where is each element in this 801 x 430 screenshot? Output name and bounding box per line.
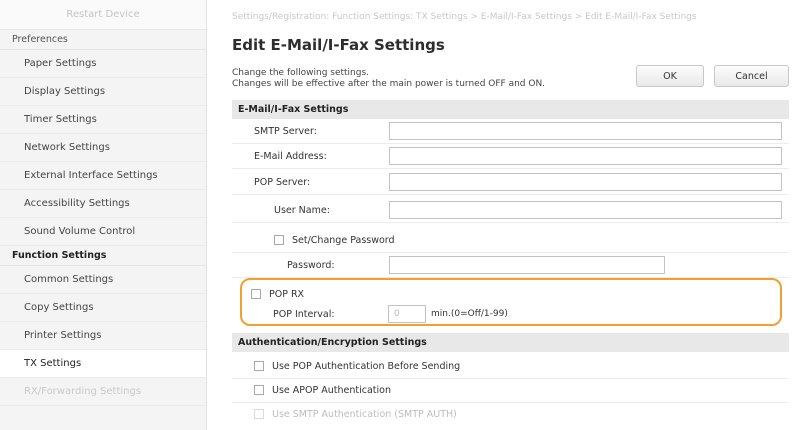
- sidebar-item-timer-settings[interactable]: Timer Settings: [0, 106, 206, 134]
- restart-device-button[interactable]: Restart Device: [0, 0, 206, 30]
- password-input[interactable]: [389, 256, 665, 274]
- sidebar-item-rx-forwarding-settings[interactable]: RX/Forwarding Settings: [0, 378, 206, 406]
- user-name-label: User Name:: [274, 204, 330, 216]
- smtp-server-row: SMTP Server:: [232, 119, 789, 144]
- sidebar-item-external-interface-settings[interactable]: External Interface Settings: [0, 162, 206, 190]
- apop-auth-control[interactable]: Use APOP Authentication: [254, 378, 391, 402]
- sidebar: Restart Device Preferences Paper Setting…: [0, 0, 207, 430]
- email-address-row: E-Mail Address:: [232, 144, 789, 169]
- sidebar-item-display-settings[interactable]: Display Settings: [0, 78, 206, 106]
- cancel-button[interactable]: Cancel: [714, 65, 789, 87]
- password-row: Password:: [232, 253, 789, 278]
- smtp-auth-control[interactable]: Use SMTP Authentication (SMTP AUTH): [254, 402, 457, 426]
- smtp-server-label: SMTP Server:: [254, 125, 317, 137]
- auth-option-row-2: Use APOP Authentication: [232, 378, 789, 403]
- pop-auth-before-sending-checkbox[interactable]: [254, 361, 264, 371]
- apop-auth-checkbox[interactable]: [254, 385, 264, 395]
- set-password-checkbox[interactable]: [274, 235, 284, 245]
- auth-option-row-1: Use POP Authentication Before Sending: [232, 354, 789, 379]
- sidebar-item-copy-settings[interactable]: Copy Settings: [0, 294, 206, 322]
- pop-server-label: POP Server:: [254, 176, 311, 188]
- sidebar-item-tx-settings[interactable]: TX Settings: [0, 350, 206, 378]
- email-address-input[interactable]: [389, 147, 782, 165]
- smtp-server-input[interactable]: [389, 122, 782, 140]
- page-title: Edit E-Mail/I-Fax Settings: [232, 36, 445, 54]
- apop-auth-label: Use APOP Authentication: [272, 384, 391, 396]
- set-password-control[interactable]: Set/Change Password: [274, 228, 395, 252]
- smtp-auth-checkbox[interactable]: [254, 409, 264, 419]
- sidebar-item-sound-volume-control[interactable]: Sound Volume Control: [0, 218, 206, 246]
- section-authentication-encryption: Authentication/Encryption Settings: [232, 333, 789, 352]
- pop-server-input[interactable]: [389, 173, 782, 191]
- auth-option-row-3: Use SMTP Authentication (SMTP AUTH): [232, 402, 789, 427]
- sidebar-item-network-settings[interactable]: Network Settings: [0, 134, 206, 162]
- smtp-auth-label: Use SMTP Authentication (SMTP AUTH): [272, 408, 457, 420]
- pop-auth-before-sending-control[interactable]: Use POP Authentication Before Sending: [254, 354, 460, 378]
- breadcrumb[interactable]: Settings/Registration: Function Settings…: [232, 12, 697, 22]
- sidebar-item-common-settings[interactable]: Common Settings: [0, 266, 206, 294]
- sidebar-item-printer-settings[interactable]: Printer Settings: [0, 322, 206, 350]
- sidebar-header-preferences: Preferences: [0, 30, 206, 50]
- pop-rx-checkbox[interactable]: [251, 289, 261, 299]
- pop-rx-control[interactable]: POP RX: [251, 287, 304, 301]
- sidebar-header-function-settings: Function Settings: [0, 246, 206, 266]
- pop-interval-input[interactable]: 0: [388, 305, 426, 323]
- sidebar-item-accessibility-settings[interactable]: Accessibility Settings: [0, 190, 206, 218]
- pop-auth-before-sending-label: Use POP Authentication Before Sending: [272, 360, 461, 372]
- user-name-row: User Name:: [232, 198, 789, 223]
- pop-server-row: POP Server:: [232, 170, 789, 195]
- email-address-label: E-Mail Address:: [254, 150, 327, 162]
- set-password-label: Set/Change Password: [292, 234, 395, 246]
- sidebar-item-paper-settings[interactable]: Paper Settings: [0, 50, 206, 78]
- ok-button[interactable]: OK: [636, 65, 704, 87]
- description: Change the following settings. Changes w…: [232, 68, 545, 90]
- description-line-1: Change the following settings.: [232, 68, 370, 78]
- pop-rx-label: POP RX: [269, 288, 305, 300]
- main-content: Settings/Registration: Function Settings…: [207, 0, 801, 430]
- pop-interval-label: POP Interval:: [273, 308, 335, 320]
- description-line-2: Changes will be effective after the main…: [232, 79, 546, 89]
- password-label: Password:: [287, 259, 335, 271]
- user-name-input[interactable]: [389, 201, 782, 219]
- pop-interval-unit: min.(0=Off/1-99): [431, 309, 508, 319]
- set-password-row: Set/Change Password: [232, 228, 789, 253]
- section-email-ifax-settings: E-Mail/I-Fax Settings: [232, 100, 789, 119]
